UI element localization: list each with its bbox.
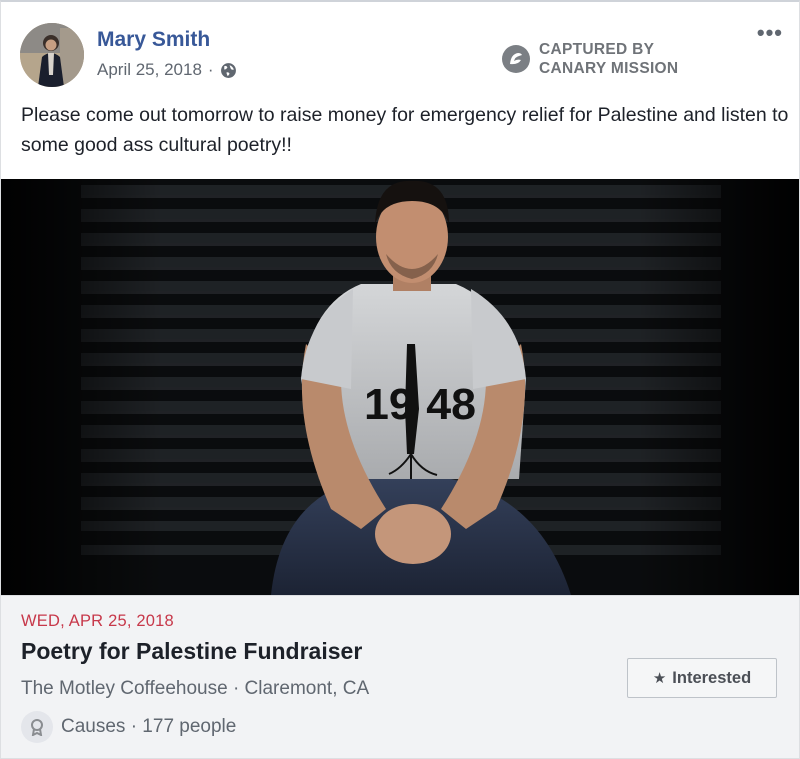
author-name[interactable]: Mary Smith [97, 28, 210, 52]
event-cover-photo[interactable]: 19 48 [1, 179, 799, 595]
star-icon: ★ [652, 670, 667, 687]
author-avatar[interactable] [20, 23, 84, 87]
event-category-text: Causes · 177 people [61, 716, 237, 737]
post-card: Mary Smith April 25, 2018 · ••• CAPTURED… [0, 0, 800, 759]
canary-mission-logo [502, 45, 530, 73]
shirt-graphic-text: 19 48 [364, 380, 476, 429]
event-category: Causes · 177 people [21, 711, 236, 743]
event-attachment[interactable]: WED, APR 25, 2018 Poetry for Palestine F… [1, 595, 799, 758]
post-date[interactable]: April 25, 2018 [97, 60, 202, 80]
event-venue[interactable]: The Motley Coffeehouse · Claremont, CA [21, 678, 369, 700]
meta-separator: · [207, 60, 214, 79]
interested-button[interactable]: ★ Interested [627, 658, 777, 698]
more-options-icon[interactable]: ••• [757, 20, 783, 46]
interested-label: Interested [672, 668, 752, 687]
watermark-line2: CANARY MISSION [539, 60, 679, 77]
watermark-line1: CAPTURED BY [539, 41, 655, 58]
watermark: CAPTURED BY CANARY MISSION [501, 40, 678, 78]
globe-icon[interactable] [220, 62, 237, 79]
event-title[interactable]: Poetry for Palestine Fundraiser [21, 638, 362, 665]
event-date: WED, APR 25, 2018 [21, 612, 174, 630]
post-meta: April 25, 2018 · [97, 60, 237, 80]
post-text: Please come out tomorrow to raise money … [21, 104, 789, 156]
causes-icon [21, 711, 53, 743]
